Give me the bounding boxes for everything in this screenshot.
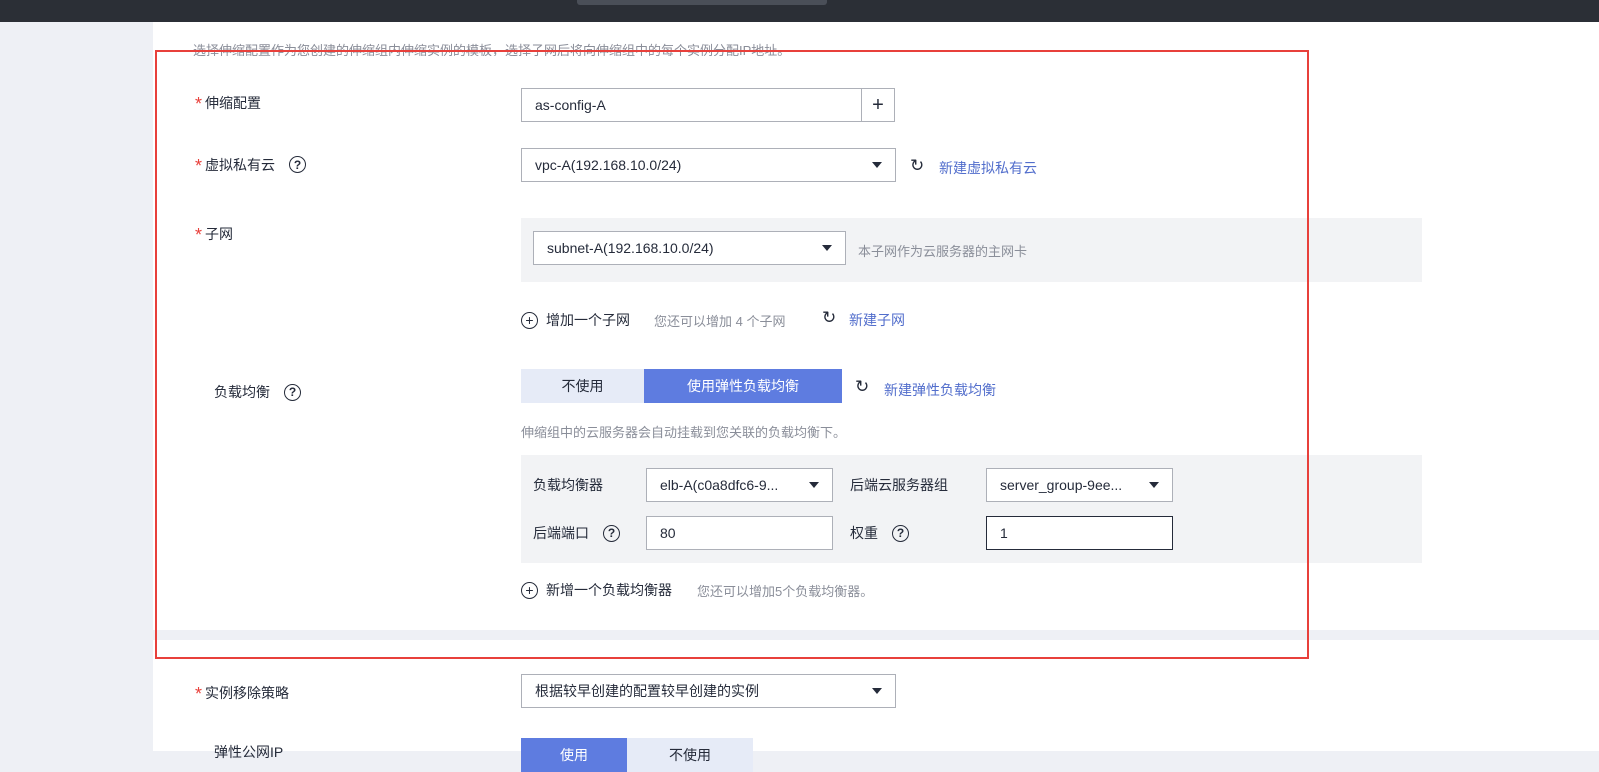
create-config-button[interactable]: + [861,88,895,122]
add-subnet-hint: 您还可以增加 4 个子网 [654,314,786,329]
removal-value: 根据较早创建的配置较早创建的实例 [535,683,759,699]
port-input[interactable]: 80 [646,516,833,550]
balancer-select[interactable]: elb-A(c0a8dfc6-9... [646,468,833,502]
eip-option-use[interactable]: 使用 [521,738,627,772]
port-value: 80 [660,525,676,541]
config-label-row: * 伸缩配置 [195,92,262,114]
config-input[interactable]: as-config-A [521,88,862,122]
add-circle-icon: + [521,581,538,599]
required-mark: * [195,684,203,704]
add-balancer-button[interactable]: + 新增一个负载均衡器 [521,580,672,600]
create-vpc-link[interactable]: 新建虚拟私有云 [939,158,1037,178]
config-label: 伸缩配置 [205,94,262,111]
lb-option-elb[interactable]: 使用弹性负载均衡 [644,369,842,403]
port-label: 后端端口 [533,525,589,541]
vpc-value: vpc-A(192.168.10.0/24) [535,157,682,173]
top-bar [0,0,1599,22]
chevron-down-icon [1149,482,1159,488]
eip-label: 弹性公网IP [214,744,284,760]
refresh-icon[interactable]: ↻ [910,156,924,176]
backend-group-value: server_group-9ee... [1000,477,1123,493]
balancer-value: elb-A(c0a8dfc6-9... [660,477,779,493]
weight-value: 1 [1000,525,1008,541]
chevron-down-icon [872,162,882,168]
lb-hint: 伸缩组中的云服务器会自动挂载到您关联的负载均衡下。 [521,425,847,440]
lb-label: 负载均衡 [214,384,270,400]
backend-group-label: 后端云服务器组 [850,477,948,493]
add-subnet-button[interactable]: + 增加一个子网 [521,310,630,330]
top-bar-handle [577,0,827,5]
create-elb-link[interactable]: 新建弹性负载均衡 [884,380,996,400]
vpc-label: 虚拟私有云 [205,156,276,173]
subnet-select[interactable]: subnet-A(192.168.10.0/24) [533,231,846,265]
removal-label-row: * 实例移除策略 [195,682,290,704]
subnet-value: subnet-A(192.168.10.0/24) [547,240,714,256]
vpc-label-row: * 虚拟私有云 ? [195,154,307,176]
refresh-icon[interactable]: ↻ [855,377,869,397]
create-subnet-link[interactable]: 新建子网 [849,310,905,330]
weight-label: 权重 [850,525,878,541]
balancer-label: 负载均衡器 [533,477,603,493]
port-label-row: 后端端口 ? [533,523,620,543]
removal-select[interactable]: 根据较早创建的配置较早创建的实例 [521,674,896,708]
help-icon[interactable]: ? [289,156,307,173]
required-mark: * [195,94,203,114]
eip-label-row: 弹性公网IP [214,742,283,762]
lb-option-none[interactable]: 不使用 [521,369,644,403]
chevron-down-icon [822,245,832,251]
subnet-hint: 本子网作为云服务器的主网卡 [858,244,1028,259]
config-value: as-config-A [535,97,606,113]
add-subnet-label: 增加一个子网 [546,312,630,328]
add-circle-icon: + [521,311,538,329]
eip-option-none[interactable]: 不使用 [627,738,753,772]
left-margin [0,22,153,751]
removal-label: 实例移除策略 [205,684,290,701]
add-balancer-label: 新增一个负载均衡器 [546,582,672,598]
subnet-label: 子网 [205,225,234,242]
chevron-down-icon [809,482,819,488]
section-description: 选择伸缩配置作为您创建的伸缩组内伸缩实例的模板，选择子网后将向伸缩组中的每个实例… [193,43,791,56]
subnet-label-row: * 子网 [195,223,234,245]
help-icon[interactable]: ? [892,524,909,542]
add-balancer-hint: 您还可以增加5个负载均衡器。 [697,584,874,599]
help-icon[interactable]: ? [284,383,301,401]
refresh-icon[interactable]: ↻ [822,308,836,328]
plus-icon: + [872,93,884,116]
help-icon[interactable]: ? [603,524,620,542]
vpc-select[interactable]: vpc-A(192.168.10.0/24) [521,148,896,182]
required-mark: * [195,225,203,245]
weight-input[interactable]: 1 [986,516,1173,550]
weight-label-row: 权重 ? [850,523,909,543]
chevron-down-icon [872,688,882,694]
backend-group-select[interactable]: server_group-9ee... [986,468,1173,502]
required-mark: * [195,156,203,176]
lb-label-row: 负载均衡 ? [214,382,301,402]
